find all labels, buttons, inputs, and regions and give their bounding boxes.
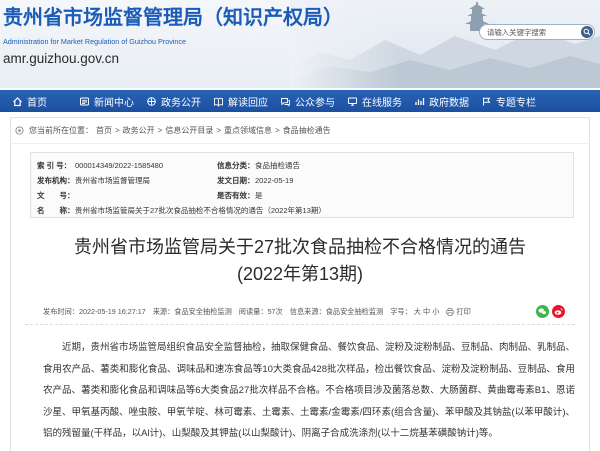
docno-label: 文 号：: [37, 191, 75, 200]
search-input[interactable]: [487, 26, 577, 38]
breadcrumb-key-areas[interactable]: 重点领域信息: [224, 125, 272, 136]
nav-item-label: 政府数据: [429, 97, 469, 109]
breadcrumb-gov-affairs[interactable]: 政务公开: [123, 125, 155, 136]
article-meta: 发布时间：2022-05-19 16:27:17 来源：食品安全抽检监测 阅读量…: [25, 306, 525, 318]
location-icon: [15, 126, 24, 135]
valid-label: 是否有效：: [217, 191, 255, 200]
source: 来源：食品安全抽检监测: [152, 307, 232, 316]
category-value: 食品抽检通告: [255, 161, 300, 170]
font-size-switch: 字号： 大 中 小: [390, 306, 439, 318]
nav-item-home[interactable]: 首页: [12, 90, 79, 112]
document-info-table: 索 引 号： 000014349/2022-1585480 信息分类： 食品抽检…: [30, 152, 574, 218]
breadcrumb-prefix: 您当前所在位置：: [29, 126, 93, 135]
data-chart-icon: [415, 97, 425, 105]
breadcrumb-info-catalog[interactable]: 信息公开目录: [165, 125, 213, 136]
name-label: 名 称：: [37, 206, 75, 215]
nav-item-gov-data[interactable]: 政府数据: [414, 90, 481, 112]
publish-time: 发布时间：2022-05-19 16:27:17: [43, 307, 146, 316]
nav-item-label: 解读回应: [228, 97, 268, 109]
index-label: 索 引 号：: [37, 161, 72, 170]
publisher-value: 贵州省市场监督管理局: [75, 176, 150, 185]
nav-item-label: 首页: [27, 97, 47, 109]
article-title: 贵州省市场监管局关于27批次食品抽检不合格情况的通告 (2022年第13期): [11, 234, 589, 288]
view-count: 阅读量：57次: [238, 307, 283, 316]
nav-item-special-topics[interactable]: 专题专栏: [481, 90, 548, 112]
government-icon: [147, 96, 156, 106]
main-nav: 首页 新闻中心 政务公开 解读回应 公众参与 在线服务 政府数据 专题专栏: [0, 90, 600, 112]
content-box: 您当前所在位置： 首页 > 政务公开 > 信息公开目录 > 重点领域信息 > 食…: [10, 117, 590, 451]
valid-value: 是: [255, 191, 263, 200]
breadcrumb-separator: >: [115, 126, 120, 135]
publisher-label: 发布机构：: [37, 176, 75, 185]
article-title-line2: (2022年第13期): [236, 264, 364, 284]
date-label: 发文日期：: [217, 176, 255, 185]
breadcrumb-separator: >: [216, 126, 222, 135]
nav-item-participation[interactable]: 公众参与: [280, 90, 347, 112]
font-size-medium[interactable]: 中: [423, 307, 430, 316]
book-icon: [214, 97, 223, 107]
weibo-icon: [552, 305, 565, 318]
site-title: 贵州省市场监督管理局（知识产权局）: [3, 7, 343, 29]
search-icon: [583, 28, 591, 36]
home-icon: [13, 96, 22, 106]
breadcrumb-food-inspection[interactable]: 食品抽检通告: [283, 125, 331, 136]
nav-item-label: 公众参与: [295, 97, 335, 109]
article-title-line1: 贵州省市场监管局关于27批次食品抽检不合格情况的通告: [73, 237, 527, 257]
nav-item-online-service[interactable]: 在线服务: [347, 90, 414, 112]
search-box: [479, 24, 595, 40]
site-subtitle-english: Administration for Market Regulation of …: [3, 37, 186, 46]
breadcrumb: 您当前所在位置： 首页 > 政务公开 > 信息公开目录 > 重点领域信息 > 食…: [11, 118, 589, 144]
article-body-paragraph: 近期，贵州省市场监管局组织食品安全监督抽检，抽取保健食品、餐饮食品、淀粉及淀粉制…: [43, 342, 576, 439]
info-row: 索 引 号： 000014349/2022-1585480 信息分类： 食品抽检…: [37, 158, 573, 173]
index-value: 000014349/2022-1585480: [75, 161, 164, 170]
nav-item-gov-affairs[interactable]: 政务公开: [146, 90, 213, 112]
breadcrumb-separator: >: [275, 126, 280, 135]
topic-icon: [483, 97, 491, 105]
info-row: 发布机构： 贵州省市场监督管理局 发文日期： 2022-05-19: [37, 173, 573, 188]
breadcrumb-home[interactable]: 首页: [96, 125, 112, 136]
chat-icon: [281, 97, 290, 107]
info-source: 信息来源：食品安全抽检监测: [289, 307, 384, 316]
date-value: 2022-05-19: [255, 176, 294, 185]
nav-item-label: 新闻中心: [94, 97, 134, 109]
newspaper-icon: [80, 97, 89, 105]
print-button[interactable]: 打印: [446, 306, 471, 318]
article-meta-bar: 发布时间：2022-05-19 16:27:17 来源：食品安全抽检监测 阅读量…: [25, 305, 575, 325]
info-row: 文 号： 是否有效： 是: [37, 188, 573, 203]
nav-item-label: 政务公开: [161, 97, 201, 109]
nav-item-label: 在线服务: [362, 97, 402, 109]
nav-item-interpretation[interactable]: 解读回应: [213, 90, 280, 112]
font-size-label: 字号：: [390, 307, 412, 316]
name-value: 贵州省市场监管局关于27批次食品抽检不合格情况的通告（2022年第13期）: [75, 206, 326, 215]
font-size-large[interactable]: 大: [414, 307, 421, 316]
service-icon: [348, 97, 357, 106]
info-row: 名 称： 贵州省市场监管局关于27批次食品抽检不合格情况的通告（2022年第13…: [37, 203, 573, 218]
print-label: 打印: [456, 307, 471, 316]
site-domain: amr.guizhou.gov.cn: [3, 51, 120, 66]
nav-item-label: 专题专栏: [496, 97, 536, 109]
font-size-small[interactable]: 小: [432, 307, 439, 316]
printer-icon: [446, 308, 455, 316]
wechat-icon: [536, 305, 549, 318]
breadcrumb-separator: >: [157, 126, 163, 135]
category-label: 信息分类：: [217, 161, 255, 170]
docno-value: [75, 188, 217, 203]
share-bar: [536, 305, 565, 318]
search-button[interactable]: [581, 26, 593, 38]
share-wechat-button[interactable]: [536, 305, 549, 318]
nav-item-news[interactable]: 新闻中心: [79, 90, 146, 112]
share-weibo-button[interactable]: [552, 305, 565, 318]
site-header: 贵州省市场监督管理局（知识产权局） Administration for Mar…: [0, 0, 600, 88]
